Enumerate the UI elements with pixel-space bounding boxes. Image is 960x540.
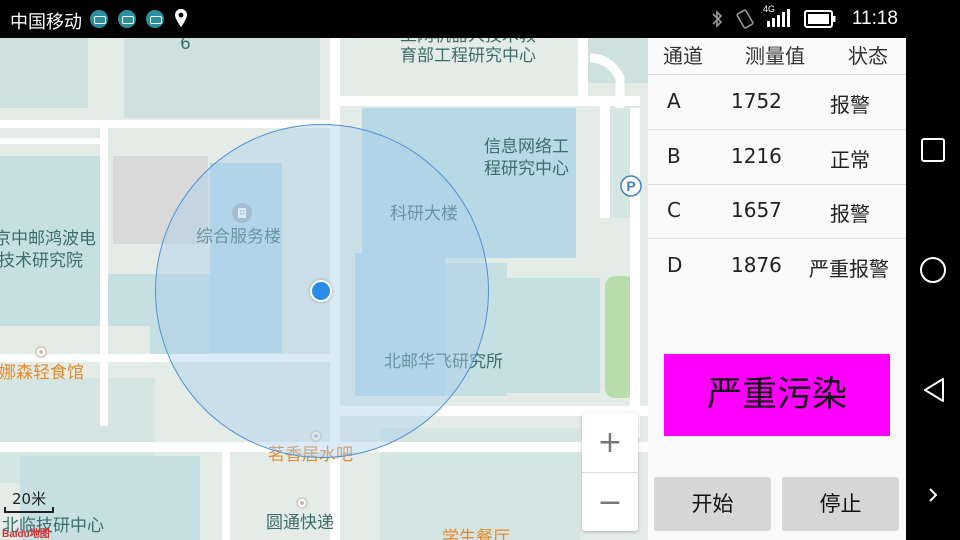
monitor-panel: 通道 测量值 状态 A 1752 报警 B 1216 正常 C 1657 报警 … xyxy=(648,38,906,540)
channel-cell: B xyxy=(667,144,681,168)
table-row: C 1657 报警 xyxy=(648,184,906,239)
baidu-logo: Baidu地图 xyxy=(2,529,50,540)
table-row: D 1876 严重报警 xyxy=(648,239,906,294)
channel-cell: D xyxy=(667,253,683,277)
scale-bar xyxy=(4,507,54,513)
status-cell: 正常 xyxy=(830,148,870,172)
value-cell: 1216 xyxy=(731,144,782,168)
signal-icon xyxy=(767,9,790,27)
header-channel: 通道 xyxy=(663,44,703,68)
status-bar: 中国移动 4G 11:18 xyxy=(0,0,960,38)
header-status: 状态 xyxy=(848,44,888,68)
parking-icon[interactable]: P xyxy=(620,175,642,197)
value-cell: 1876 xyxy=(731,253,782,277)
status-cell: 报警 xyxy=(830,93,870,117)
notification-app-icon xyxy=(118,10,136,28)
map-label: 圆通快递 xyxy=(266,513,334,533)
vibrate-icon xyxy=(736,9,754,29)
map-label: 信息网络工 xyxy=(484,137,569,157)
table-header: 通道 测量值 状态 xyxy=(648,38,906,75)
zoom-in-button[interactable]: + xyxy=(582,413,638,472)
value-cell: 1752 xyxy=(731,89,782,113)
zoom-control: + − xyxy=(582,413,638,531)
map-label: 育部工程研究中心 xyxy=(400,46,536,66)
map-block-number: 6 xyxy=(180,38,191,54)
home-icon[interactable] xyxy=(919,256,947,284)
bluetooth-icon xyxy=(712,10,723,28)
stop-button[interactable]: 停止 xyxy=(782,477,899,531)
channel-cell: C xyxy=(667,198,681,222)
carrier-label: 中国移动 xyxy=(10,12,82,33)
status-cell: 严重报警 xyxy=(809,257,889,281)
map-view[interactable]: 6 工网机器人技术教 育部工程研究中心 信息网络工 程研究中心 科研大楼 综合服… xyxy=(0,38,648,540)
battery-icon xyxy=(804,10,836,28)
table-row: B 1216 正常 xyxy=(648,130,906,185)
start-button[interactable]: 开始 xyxy=(654,477,771,531)
scale-label: 20米 xyxy=(12,490,47,508)
location-pin-icon xyxy=(175,9,187,27)
map-label: 技术研究院 xyxy=(0,251,83,271)
notification-app-icon xyxy=(146,10,164,28)
svg-text:P: P xyxy=(626,178,635,194)
channel-cell: A xyxy=(667,89,681,113)
map-label: 程研究中心 xyxy=(484,159,569,179)
notification-app-icon xyxy=(90,10,108,28)
table-row: A 1752 报警 xyxy=(648,75,906,130)
status-cell: 报警 xyxy=(830,202,870,226)
chevron-right-icon[interactable] xyxy=(928,487,938,503)
header-value: 测量值 xyxy=(745,44,805,68)
pollution-level-badge: 严重污染 xyxy=(664,354,890,436)
recent-apps-icon[interactable] xyxy=(920,137,946,163)
current-location-icon xyxy=(310,280,332,302)
map-label: 学生餐厅 xyxy=(442,528,510,540)
value-cell: 1657 xyxy=(731,198,782,222)
navigation-bar xyxy=(906,38,960,540)
back-icon[interactable] xyxy=(921,376,947,404)
zoom-out-button[interactable]: − xyxy=(582,472,638,531)
clock: 11:18 xyxy=(851,8,898,29)
poi-marker[interactable] xyxy=(296,497,308,509)
map-label: 阿娜森轻食馆 xyxy=(0,363,84,383)
poi-marker[interactable] xyxy=(35,346,47,358)
map-label: 京中邮鸿波电 xyxy=(0,229,96,249)
